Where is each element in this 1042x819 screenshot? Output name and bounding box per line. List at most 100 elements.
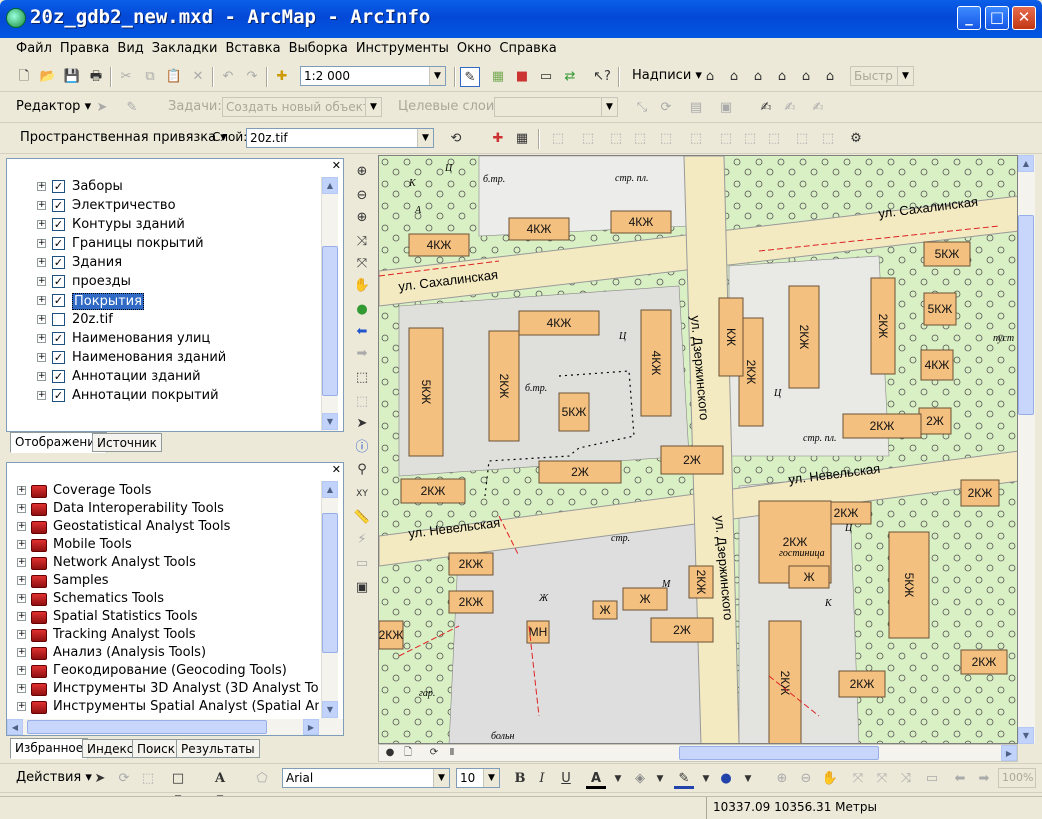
toolbox-name[interactable]: Анализ (Analysis Tools) — [53, 645, 206, 660]
redo-icon[interactable]: ↷ — [242, 67, 262, 87]
toolbox-name[interactable]: Инструменты 3D Analyst (3D Analyst Tools… — [53, 681, 319, 696]
copy-icon[interactable]: ⧉ — [140, 67, 160, 87]
marker-color-icon[interactable]: ● — [716, 769, 736, 789]
cut-icon[interactable]: ✂ — [116, 67, 136, 87]
toolbox-name[interactable]: Геокодирование (Geocoding Tools) — [53, 663, 287, 678]
undo-icon[interactable]: ↶ — [218, 67, 238, 87]
topology-edit-icon[interactable]: ✍ — [756, 98, 776, 118]
html-popup-icon[interactable]: ▭ — [352, 554, 372, 574]
toc-layer-row[interactable]: + ✓ Аннотации покрытий — [7, 386, 319, 405]
label-weight-icon[interactable]: ⌂ — [748, 67, 768, 87]
expand-icon[interactable]: + — [37, 334, 46, 343]
layer-checkbox[interactable]: ✓ — [52, 332, 65, 345]
fixed-zoom-out-icon[interactable]: ⤨ — [352, 232, 372, 252]
georef-layer-combo[interactable]: 20z.tif ▼ — [246, 128, 434, 148]
expand-icon[interactable]: + — [17, 666, 26, 675]
toc-layer-row[interactable]: + ✓ Наименования улиц — [7, 329, 319, 348]
toolbox-name[interactable]: Schematics Tools — [53, 591, 164, 606]
map-view[interactable]: 4КЖ 4КЖ 4КЖ 5КЖ 4КЖ 5КЖ 4КЖ 2КЖ 2КЖ 2КЖ 2КЖ 5КЖ КЖ 5К… — [378, 155, 1018, 744]
tab-results[interactable]: Результаты — [176, 739, 260, 758]
dropdown-arrow-icon[interactable]: ▼ — [608, 769, 628, 789]
label-priority-icon[interactable]: ⌂ — [724, 67, 744, 87]
trace-icon[interactable]: ⬚ — [740, 129, 760, 149]
toolbox-scroll-thumb[interactable] — [322, 513, 338, 653]
rotate-icon[interactable]: ⟲ ▾ — [446, 129, 466, 166]
toolbox-item[interactable]: + Анализ (Analysis Tools) — [7, 643, 319, 662]
zoom-whole-page-icon[interactable]: ⤧ — [848, 769, 868, 789]
scroll-right-icon[interactable]: ▶ — [1001, 745, 1017, 761]
scroll-down-icon[interactable]: ▼ — [1018, 727, 1034, 744]
sketch-properties-icon[interactable]: ▣ — [716, 98, 736, 118]
refresh-icon[interactable]: ⟳ — [427, 745, 441, 761]
pause-labeling-icon[interactable]: ⌂ — [796, 67, 816, 87]
zoom-to-selected-icon[interactable]: ⬚ — [138, 769, 158, 789]
data-view-icon[interactable]: ● — [383, 745, 397, 761]
expand-icon[interactable]: + — [17, 594, 26, 603]
layer-checkbox[interactable]: ✓ — [52, 351, 65, 364]
toc-layer-row[interactable]: + ✓ Наименования зданий — [7, 348, 319, 367]
font-color-icon[interactable]: A — [586, 769, 606, 789]
zoom-out-layout-icon[interactable]: ⊖ — [796, 769, 816, 789]
toolbox-item[interactable]: + Геокодирование (Geocoding Tools) — [7, 661, 319, 680]
expand-icon[interactable]: + — [17, 630, 26, 639]
add-data-icon[interactable]: ✚ — [272, 67, 292, 87]
toolbox-name[interactable]: Geostatistical Analyst Tools — [53, 519, 230, 534]
layer-checkbox[interactable]: ✓ — [52, 370, 65, 383]
tab-source[interactable]: Источник — [92, 433, 162, 452]
toolbox-name[interactable]: Инструменты Spatial Analyst (Spatial Ana… — [53, 699, 319, 714]
attributes-icon[interactable]: ▤ — [686, 98, 706, 118]
drawing-menu[interactable]: Действия ▾ — [16, 770, 92, 785]
zoom-out-icon[interactable]: ⊖ — [352, 186, 372, 206]
label-manager-icon[interactable]: ⌂ — [700, 67, 720, 87]
pan-icon[interactable]: ✋ — [352, 276, 372, 296]
scroll-down-icon[interactable]: ▼ — [322, 701, 338, 718]
toolbox-name[interactable]: Network Analyst Tools — [53, 555, 196, 570]
expand-icon[interactable]: + — [17, 684, 26, 693]
scroll-down-icon[interactable]: ▼ — [322, 413, 338, 430]
layer-checkbox[interactable]: ✓ — [52, 275, 65, 288]
command-line-icon[interactable]: ▭ — [536, 67, 556, 87]
vectorization-icon[interactable]: ⬚ — [548, 129, 568, 149]
toolbox-name[interactable]: Spatial Statistics Tools — [53, 609, 197, 624]
georeferencing-menu[interactable]: Пространственная привязка ▾ — [20, 130, 227, 145]
expand-icon[interactable]: + — [17, 648, 26, 657]
toolbox-item[interactable]: + Coverage Tools — [7, 481, 319, 500]
print-icon[interactable]: 🖶 — [86, 67, 106, 87]
toc-close-icon[interactable]: ✕ — [332, 159, 341, 172]
toc-scrollbar[interactable]: ▲ ▼ — [321, 177, 338, 431]
labels-menu[interactable]: Надписи ▾ — [632, 68, 702, 83]
menu-item-5[interactable]: Выборка — [285, 38, 352, 59]
toc-layer-row[interactable]: + ✓ Заборы — [7, 177, 319, 196]
expand-icon[interactable]: + — [37, 182, 46, 191]
toc-layer-row[interactable]: + ✓ проезды — [7, 272, 319, 291]
pan-layout-icon[interactable]: ✋ — [820, 769, 840, 789]
scroll-up-icon[interactable]: ▲ — [322, 481, 338, 498]
zoom-100-icon[interactable]: ▭ — [922, 769, 942, 789]
toc-layer-row[interactable]: + ✓ Электричество — [7, 196, 319, 215]
target-layer-combo[interactable]: ▼ — [494, 97, 618, 117]
layer-checkbox[interactable]: ✓ — [52, 294, 65, 307]
raster-line-icon[interactable]: ⬚ — [686, 129, 706, 149]
arccatalog-icon[interactable]: ▦ — [488, 67, 508, 87]
forward-layout-icon[interactable]: ➡ — [974, 769, 994, 789]
toolbox-item[interactable]: + Geostatistical Analyst Tools — [7, 517, 319, 536]
zoom-in-fixed-icon[interactable]: ⊕ — [352, 208, 372, 228]
topology-icon[interactable]: ✍ — [780, 98, 800, 118]
select-elements-icon[interactable]: ➤ — [352, 414, 372, 434]
expand-icon[interactable]: + — [17, 702, 26, 711]
menu-item-8[interactable]: Справка — [495, 38, 560, 59]
add-control-points-icon[interactable]: ✚ — [488, 129, 508, 149]
editor-toolbar-icon[interactable]: ✎ — [460, 67, 480, 87]
view-unplaced-labels-icon[interactable]: ⌂ — [820, 67, 840, 87]
toolbox-item[interactable]: + Data Interoperability Tools — [7, 499, 319, 518]
expand-icon[interactable]: + — [17, 558, 26, 567]
menu-item-2[interactable]: Вид — [113, 38, 147, 59]
publisher-icon[interactable]: ⚙ — [846, 129, 866, 149]
expand-icon[interactable]: + — [37, 296, 46, 305]
sketch-tool-icon[interactable]: ✎ ▾ — [122, 98, 142, 135]
font-size-combo[interactable]: 10 ▼ — [456, 768, 500, 788]
layer-name[interactable]: 20z.tif — [72, 312, 113, 327]
toc-scroll-thumb[interactable] — [322, 245, 338, 396]
map-canvas[interactable]: 4КЖ 4КЖ 4КЖ 5КЖ 4КЖ 5КЖ 4КЖ 2КЖ 2КЖ 2КЖ 2КЖ 5КЖ КЖ 5К… — [379, 156, 1018, 744]
rotate-tool-icon[interactable]: ⟳ — [656, 98, 676, 118]
